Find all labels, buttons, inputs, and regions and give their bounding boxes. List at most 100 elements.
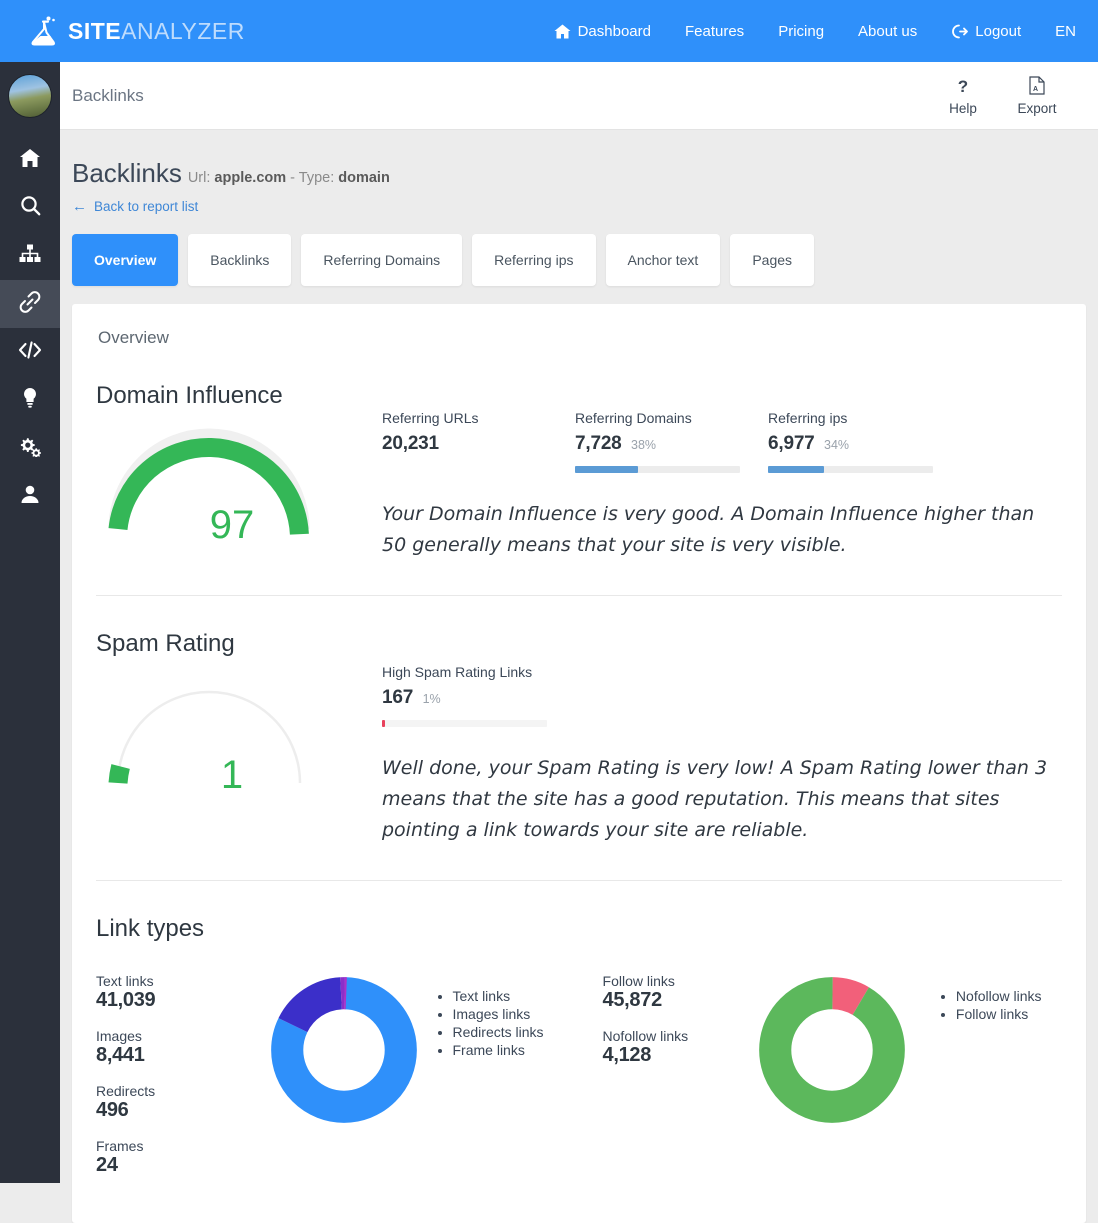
link-type-value-follow-links: 45,872	[603, 989, 746, 1012]
link-type-value-text-links: 41,039	[96, 989, 258, 1012]
stats-group: Referring URLs 20,231 Referring Domains …	[382, 410, 1062, 473]
left-sidebar	[0, 62, 60, 1183]
link-icon	[19, 291, 41, 318]
link-type-follow-links: Follow links 45,872	[603, 973, 746, 1012]
tab-label-backlinks: Backlinks	[210, 252, 269, 268]
domain-influence-score: 97	[96, 503, 368, 548]
link-type-nofollow-links: Nofollow links 4,128	[603, 1028, 746, 1067]
follow-links-legend: Nofollow links Follow links	[918, 965, 1062, 1023]
link-type-label-follow-links: Follow links	[603, 973, 746, 989]
card-header: Overview	[96, 328, 1062, 348]
stat-value-line: 7,728 38%	[575, 433, 768, 455]
tab-label-referring-ips: Referring ips	[494, 252, 573, 268]
link-type-value-images: 8,441	[96, 1044, 258, 1067]
stat-high-spam-links: High Spam Rating Links 167 1%	[382, 664, 1062, 727]
link-type-value-redirects: 496	[96, 1099, 258, 1122]
link-type-label-images: Images	[96, 1028, 258, 1044]
page-subtitle-url-prefix: Url:	[188, 170, 215, 186]
domain-influence-gauge: 97	[96, 424, 368, 544]
stat-value-high-spam-links: 167	[382, 687, 413, 708]
stat-referring-urls: Referring URLs 20,231	[382, 410, 575, 473]
stat-referring-ips: Referring ips 6,977 34%	[768, 410, 961, 473]
spam-rating-row: 1 High Spam Rating Links 167 1% Well don…	[96, 664, 1062, 846]
legend-item-nofollow-links: Nofollow links	[956, 987, 1062, 1005]
stat-label-referring-domains: Referring Domains	[575, 410, 768, 426]
search-icon	[20, 195, 41, 221]
tab-referring-domains[interactable]: Referring Domains	[301, 234, 462, 286]
stat-value-line: 20,231	[382, 433, 575, 455]
arrow-left-icon: ←	[72, 198, 87, 215]
sidebar-items	[0, 136, 60, 520]
code-icon	[18, 341, 42, 364]
tab-pages[interactable]: Pages	[730, 234, 814, 286]
brand-logo[interactable]: SITEANALYZER	[28, 14, 245, 48]
sidebar-item-insights[interactable]	[0, 376, 60, 424]
subheader-actions: ? Help A Export	[926, 76, 1074, 116]
spam-rating-score: 1	[96, 753, 368, 798]
link-type-label-nofollow-links: Nofollow links	[603, 1028, 746, 1044]
nav-item-dashboard[interactable]: Dashboard	[554, 23, 651, 40]
spam-rating-stats: High Spam Rating Links 167 1% Well done,…	[368, 664, 1062, 846]
tab-bar: Overview Backlinks Referring Domains Ref…	[72, 234, 1098, 286]
page-header: BacklinksUrl: apple.com - Type: domain ←…	[60, 130, 1098, 216]
sidebar-item-sitemap[interactable]	[0, 232, 60, 280]
nav-item-language[interactable]: EN	[1055, 23, 1076, 40]
stat-percent-referring-ips: 34%	[824, 438, 849, 452]
back-to-report-list-link[interactable]: ← Back to report list	[72, 198, 198, 215]
sidebar-item-backlinks[interactable]	[0, 280, 60, 328]
progress-bar-fill	[575, 466, 638, 473]
pdf-file-icon: A	[1029, 76, 1045, 98]
nav-item-about-us[interactable]: About us	[858, 23, 917, 40]
tab-label-pages: Pages	[752, 252, 792, 268]
stat-value-referring-ips: 6,977	[768, 433, 815, 454]
help-button[interactable]: ? Help	[926, 76, 1000, 116]
svg-text:A: A	[1033, 86, 1038, 93]
nav-label-logout: Logout	[975, 23, 1021, 40]
tab-backlinks[interactable]: Backlinks	[188, 234, 291, 286]
nav-item-features[interactable]: Features	[685, 23, 744, 40]
brand-text: SITEANALYZER	[68, 18, 245, 45]
spam-rating-description: Well done, your Spam Rating is very low!…	[382, 753, 1062, 846]
nav-item-pricing[interactable]: Pricing	[778, 23, 824, 40]
link-type-text-links: Text links 41,039	[96, 973, 258, 1012]
link-type-images: Images 8,441	[96, 1028, 258, 1067]
main-nav: Dashboard Features Pricing About us Logo…	[520, 23, 1076, 40]
stat-value-referring-domains: 7,728	[575, 433, 622, 454]
link-type-label-text-links: Text links	[96, 973, 258, 989]
sidebar-item-account[interactable]	[0, 472, 60, 520]
help-label: Help	[949, 101, 977, 116]
sidebar-item-search[interactable]	[0, 184, 60, 232]
brand-name-analyzer: ANALYZER	[121, 18, 245, 44]
tab-overview[interactable]: Overview	[72, 234, 178, 286]
subheader-title: Backlinks	[72, 86, 144, 106]
sidebar-item-code[interactable]	[0, 328, 60, 376]
link-type-label-redirects: Redirects	[96, 1083, 258, 1099]
link-type-frames: Frames 24	[96, 1138, 258, 1177]
back-link-label: Back to report list	[94, 199, 198, 214]
divider	[96, 595, 1062, 596]
legend-item-frame-links: Frame links	[453, 1041, 603, 1059]
export-button[interactable]: A Export	[1000, 76, 1074, 116]
follow-stats: Follow links 45,872 Nofollow links 4,128	[603, 965, 746, 1083]
domain-influence-row: 97 Referring URLs 20,231 Referring Domai…	[96, 410, 1062, 561]
stat-percent-referring-domains: 38%	[631, 438, 656, 452]
tab-anchor-text[interactable]: Anchor text	[606, 234, 721, 286]
domain-influence-title: Domain Influence	[96, 382, 1062, 410]
nav-item-logout[interactable]: Logout	[951, 23, 1021, 40]
legend-item-redirects-links: Redirects links	[453, 1023, 603, 1041]
avatar[interactable]	[8, 74, 52, 118]
question-mark-icon: ?	[958, 76, 968, 98]
nav-label-pricing: Pricing	[778, 23, 824, 40]
brand-name-site: SITE	[68, 18, 121, 44]
sidebar-item-settings[interactable]	[0, 424, 60, 472]
sidebar-item-home[interactable]	[0, 136, 60, 184]
domain-influence-stats: Referring URLs 20,231 Referring Domains …	[368, 410, 1062, 561]
link-types-legend: Text links Images links Redirects links …	[431, 965, 603, 1059]
legend-item-images-links: Images links	[453, 1005, 603, 1023]
stat-value-referring-urls: 20,231	[382, 433, 439, 454]
nav-label-features: Features	[685, 23, 744, 40]
progress-bar-referring-domains	[575, 466, 740, 473]
follow-links-donut-chart	[746, 965, 918, 1125]
link-type-value-frames: 24	[96, 1154, 258, 1177]
tab-referring-ips[interactable]: Referring ips	[472, 234, 595, 286]
